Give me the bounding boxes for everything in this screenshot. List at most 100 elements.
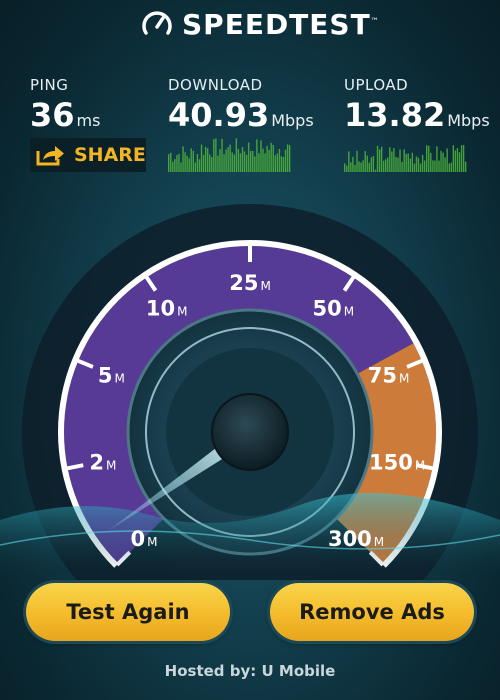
sparkline-bar — [239, 153, 242, 172]
sparkline-bar — [229, 144, 231, 172]
sparkline-bar — [344, 163, 346, 172]
sparkline-bar — [270, 142, 272, 172]
sparkline-bar — [460, 145, 463, 172]
sparkline-bar — [206, 148, 209, 172]
sparkline-bar — [182, 146, 184, 172]
sparkline-bar — [407, 153, 409, 172]
sparkline-bar — [168, 154, 170, 172]
sparkline-bar — [450, 162, 452, 172]
sparkline-bar — [266, 145, 268, 172]
sparkline-bar — [260, 140, 262, 172]
sparkline-bar — [354, 164, 356, 172]
sparkline-bar — [252, 150, 254, 172]
sparkline-bar — [227, 146, 229, 172]
sparkline-bar — [282, 157, 285, 172]
ping-value: 36 — [30, 96, 75, 134]
sparkline-bar — [350, 162, 352, 172]
hosted-by-text: Hosted by: U Mobile — [164, 662, 336, 680]
sparkline-bar — [372, 156, 375, 172]
sparkline-bar — [417, 157, 420, 172]
sparkline-bar — [395, 157, 397, 172]
upload-metric: UPLOAD 13.82 Mbps — [344, 76, 490, 134]
sparkline-bar — [274, 155, 276, 172]
sparkline-bar — [426, 145, 428, 172]
sparkline-bar — [245, 154, 248, 172]
share-button[interactable]: SHARE — [30, 138, 146, 172]
sparkline-bar — [401, 161, 403, 172]
sparkline-bar — [389, 147, 391, 172]
sparkline-bar — [247, 142, 250, 172]
sparkline-bar — [456, 147, 459, 172]
upload-unit: Mbps — [447, 111, 490, 130]
sparkline-bar — [446, 148, 448, 172]
share-label: SHARE — [74, 144, 146, 166]
sparkline-bar — [397, 157, 399, 172]
sparkline-bar — [346, 165, 348, 172]
remove-ads-button[interactable]: Remove Ads — [270, 583, 474, 641]
sparkline-bar — [272, 144, 274, 172]
sparkline-bar — [352, 156, 354, 172]
remove-ads-label: Remove Ads — [299, 600, 445, 624]
download-label: DOWNLOAD — [168, 76, 263, 94]
sparkline-bar — [202, 154, 205, 172]
sparkline-bar — [217, 155, 219, 172]
sparkline-bar — [278, 148, 281, 172]
sparkline-bar — [223, 154, 225, 172]
sparkline-bar — [419, 163, 422, 172]
sparkline-bar — [399, 149, 401, 172]
sparkline-bar — [360, 162, 362, 172]
sparkline-bar — [284, 149, 287, 172]
sparkline-bar — [440, 150, 442, 172]
sparkline-bar — [172, 161, 174, 172]
download-metric: DOWNLOAD 40.93 Mbps — [168, 76, 314, 134]
share-icon — [36, 146, 64, 166]
sparkline-bar — [376, 146, 379, 172]
sparkline-bar — [432, 160, 434, 172]
sparkline-bar — [241, 147, 244, 172]
sparkline-bar — [288, 145, 291, 172]
upload-value: 13.82 — [344, 96, 446, 134]
sparkline-bar — [268, 149, 270, 172]
sparkline-bar — [196, 154, 199, 172]
sparkline-bar — [221, 138, 223, 172]
sparkline-bar — [428, 145, 430, 172]
sparkline-bar — [256, 139, 258, 172]
test-again-label: Test Again — [66, 600, 190, 624]
sparkline-bar — [186, 155, 188, 172]
sparkline-bar — [444, 157, 446, 172]
sparkline-bar — [391, 151, 393, 172]
sparkline-bar — [258, 153, 260, 172]
sparkline-bar — [442, 152, 444, 172]
sparkline-bar — [219, 149, 221, 172]
sparkline-bar — [409, 158, 411, 172]
sparkline-bar — [286, 144, 289, 172]
sparkline-bar — [370, 157, 373, 172]
sparkline-bar — [188, 158, 190, 172]
ping-unit: ms — [76, 111, 101, 130]
test-again-button[interactable]: Test Again — [26, 583, 230, 641]
sparkline-bar — [178, 153, 180, 172]
sparkline-bar — [438, 160, 440, 172]
sparkline-bar — [231, 152, 233, 172]
sparkline-bar — [452, 145, 455, 172]
sparkline-bar — [423, 160, 426, 172]
app-title: SPEEDTEST™ — [182, 7, 380, 41]
sparkline-bar — [368, 162, 370, 172]
sparkline-bar — [204, 146, 207, 172]
sparkline-bar — [454, 150, 457, 172]
sparkline-bar — [235, 138, 238, 172]
sparkline-bar — [387, 157, 389, 172]
sparkline-bar — [213, 139, 215, 172]
sparkline-bar — [280, 156, 283, 172]
sparkline-bar — [403, 149, 405, 172]
sparkline-bar — [385, 159, 387, 172]
sparkline-bar — [262, 148, 264, 172]
sparkline-bar — [393, 147, 395, 172]
sparkline-bar — [378, 149, 381, 172]
sparkline-bar — [411, 152, 414, 172]
sparkline-bar — [364, 150, 366, 172]
sparkline-bar — [200, 144, 203, 172]
sparkline-bar — [462, 144, 465, 172]
sparkline-bar — [254, 156, 256, 172]
download-value: 40.93 — [168, 96, 270, 134]
